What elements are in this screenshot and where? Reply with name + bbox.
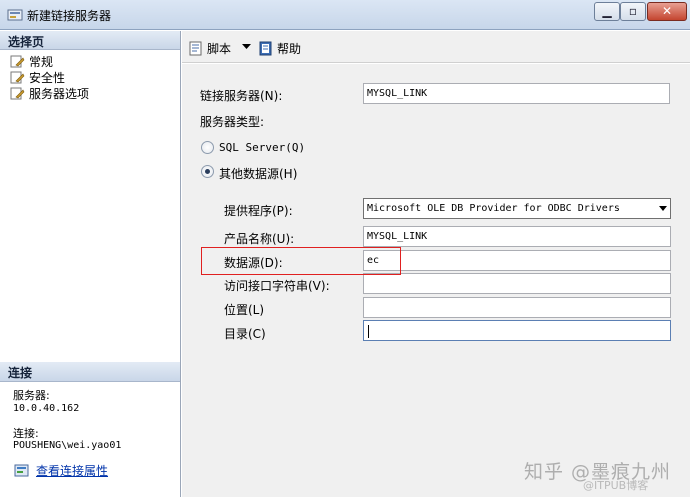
chevron-down-icon bbox=[242, 44, 251, 49]
script-label: 脚本 bbox=[207, 42, 232, 56]
toolbar: 脚本 帮助 bbox=[182, 31, 690, 63]
location-label: 位置(L) bbox=[224, 303, 265, 317]
properties-icon bbox=[14, 464, 29, 476]
catalog-input[interactable] bbox=[363, 320, 671, 341]
view-connection-properties-label: 查看连接属性 bbox=[36, 464, 109, 478]
left-panel: 选择页 常规 安全性 服务器选项 连接 服务器: 10.0.40.162 连接:… bbox=[0, 31, 181, 497]
location-input[interactable] bbox=[363, 297, 671, 318]
linked-server-input[interactable]: MYSQL_LINK bbox=[363, 83, 670, 104]
text-caret bbox=[368, 325, 369, 338]
server-label: 服务器: bbox=[13, 389, 50, 402]
select-page-header: 选择页 bbox=[0, 31, 180, 50]
provider-string-label: 访问接口字符串(V): bbox=[224, 279, 330, 293]
linked-server-label: 链接服务器(N): bbox=[200, 89, 283, 103]
watermark-itpub: @ITPUB博客 bbox=[583, 479, 649, 492]
page-item-label: 常规 bbox=[29, 54, 54, 69]
title-bar: 新建链接服务器 ▁ ▫ ✕ bbox=[0, 0, 690, 30]
data-source-input[interactable]: ec bbox=[363, 250, 671, 271]
page-item-label: 服务器选项 bbox=[29, 86, 90, 101]
other-source-radio[interactable] bbox=[201, 165, 214, 178]
other-source-radio-label: 其他数据源(H) bbox=[219, 167, 298, 181]
script-icon bbox=[189, 41, 202, 56]
script-button[interactable]: 脚本 bbox=[188, 40, 231, 57]
sql-server-radio[interactable] bbox=[201, 141, 214, 154]
page-item-label: 安全性 bbox=[29, 70, 66, 85]
sql-server-radio-label: SQL Server(Q) bbox=[219, 141, 306, 154]
provider-string-input[interactable] bbox=[363, 273, 671, 294]
page-wrench-icon bbox=[10, 87, 25, 99]
window-title: 新建链接服务器 bbox=[27, 9, 112, 23]
script-dropdown-arrow[interactable] bbox=[242, 44, 251, 49]
server-type-label: 服务器类型: bbox=[200, 115, 265, 129]
view-connection-properties-link[interactable]: 查看连接属性 bbox=[14, 462, 108, 479]
help-label: 帮助 bbox=[277, 42, 302, 56]
help-icon bbox=[259, 41, 272, 56]
product-name-label: 产品名称(U): bbox=[224, 232, 295, 246]
chevron-down-icon bbox=[659, 206, 667, 211]
connection-value: POUSHENG\wei.yao01 bbox=[13, 440, 122, 451]
product-name-input[interactable]: MYSQL_LINK bbox=[363, 226, 671, 247]
server-value: 10.0.40.162 bbox=[13, 403, 80, 414]
page-item-security[interactable]: 安全性 bbox=[0, 69, 180, 85]
app-icon bbox=[7, 9, 23, 21]
maximize-button[interactable]: ▫ bbox=[620, 2, 646, 21]
provider-select-value: Microsoft OLE DB Provider for ODBC Drive… bbox=[367, 203, 620, 214]
close-button[interactable]: ✕ bbox=[647, 2, 687, 21]
help-button[interactable]: 帮助 bbox=[258, 40, 301, 57]
highlight-box bbox=[201, 247, 401, 275]
connection-label: 连接: bbox=[13, 427, 39, 440]
catalog-label: 目录(C) bbox=[224, 327, 266, 341]
page-item-general[interactable]: 常规 bbox=[0, 53, 180, 69]
page-wrench-icon bbox=[10, 71, 25, 83]
page-item-server-options[interactable]: 服务器选项 bbox=[0, 85, 180, 101]
minimize-button[interactable]: ▁ bbox=[594, 2, 620, 21]
page-wrench-icon bbox=[10, 55, 25, 67]
connection-header: 连接 bbox=[0, 362, 180, 382]
provider-select[interactable]: Microsoft OLE DB Provider for ODBC Drive… bbox=[363, 198, 671, 219]
provider-label: 提供程序(P): bbox=[224, 204, 293, 218]
